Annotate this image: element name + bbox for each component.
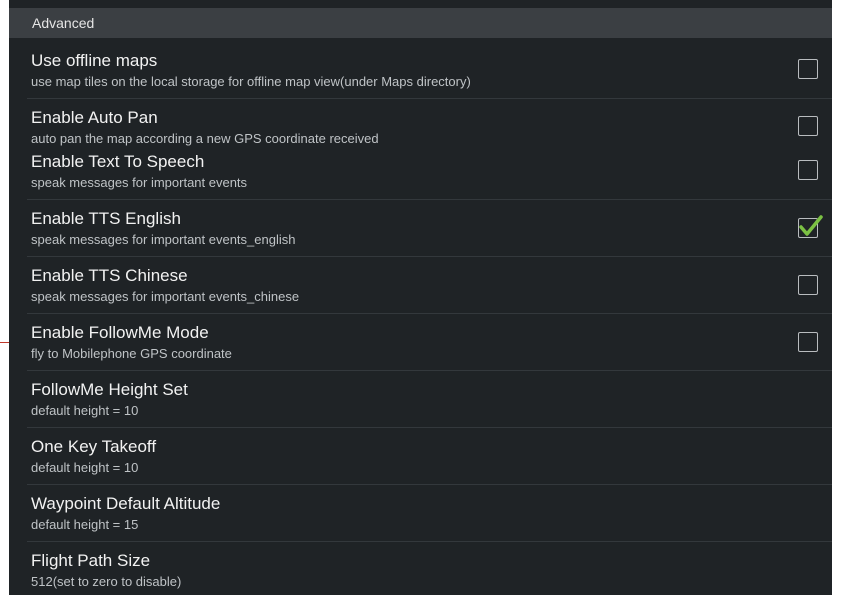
setting-title: Waypoint Default Altitude — [31, 494, 221, 513]
setting-enable-tts-chinese[interactable]: Enable TTS Chinese speak messages for im… — [9, 266, 832, 310]
setting-use-offline-maps[interactable]: Use offline maps use map tiles on the lo… — [9, 51, 832, 95]
enable-auto-pan-checkbox[interactable] — [798, 116, 818, 136]
enable-tts-chinese-checkbox[interactable] — [798, 275, 818, 295]
enable-tts-english-checkbox[interactable] — [798, 215, 823, 238]
divider — [27, 313, 832, 314]
setting-title: Enable Auto Pan — [31, 108, 158, 127]
setting-title: Flight Path Size — [31, 551, 151, 570]
left-edge-mark — [0, 342, 9, 343]
setting-summary: speak messages for important events — [31, 175, 248, 190]
setting-summary: 512(set to zero to disable) — [31, 574, 182, 589]
setting-enable-tts-english[interactable]: Enable TTS English speak messages for im… — [9, 209, 832, 253]
divider — [27, 427, 832, 428]
section-header-advanced: Advanced — [9, 8, 832, 38]
setting-title: Enable FollowMe Mode — [31, 323, 209, 342]
setting-summary: auto pan the map according a new GPS coo… — [31, 131, 379, 146]
use-offline-maps-checkbox[interactable] — [798, 59, 818, 79]
divider — [27, 98, 832, 99]
setting-waypoint-default-altitude[interactable]: Waypoint Default Altitude default height… — [9, 494, 832, 538]
setting-title: Use offline maps — [31, 51, 158, 70]
setting-summary: fly to Mobilephone GPS coordinate — [31, 346, 232, 361]
checkmark-icon — [799, 215, 823, 236]
setting-title: Enable TTS English — [31, 209, 181, 228]
setting-summary: speak messages for important events_engl… — [31, 232, 296, 247]
divider — [27, 370, 832, 371]
setting-summary: default height = 15 — [31, 517, 139, 532]
section-header-label: Advanced — [32, 15, 95, 31]
setting-title: Enable TTS Chinese — [31, 266, 188, 285]
setting-summary: default height = 10 — [31, 403, 139, 418]
setting-one-key-takeoff[interactable]: One Key Takeoff default height = 10 — [9, 437, 832, 481]
settings-screen: Advanced Use offline maps use map tiles … — [9, 0, 832, 595]
divider — [27, 484, 832, 485]
setting-enable-auto-pan[interactable]: Enable Auto Pan auto pan the map accordi… — [9, 108, 832, 148]
setting-title: One Key Takeoff — [31, 437, 157, 456]
setting-title: FollowMe Height Set — [31, 380, 188, 399]
setting-flight-path-size[interactable]: Flight Path Size 512(set to zero to disa… — [9, 551, 832, 595]
setting-summary: speak messages for important events_chin… — [31, 289, 300, 304]
divider — [27, 541, 832, 542]
setting-enable-text-to-speech[interactable]: Enable Text To Speech speak messages for… — [9, 152, 832, 194]
enable-followme-mode-checkbox[interactable] — [798, 332, 818, 352]
enable-text-to-speech-checkbox[interactable] — [798, 160, 818, 180]
setting-summary: use map tiles on the local storage for o… — [31, 74, 471, 89]
divider — [27, 256, 832, 257]
setting-enable-followme-mode[interactable]: Enable FollowMe Mode fly to Mobilephone … — [9, 323, 832, 367]
setting-summary: default height = 10 — [31, 460, 139, 475]
setting-title: Enable Text To Speech — [31, 152, 205, 171]
divider — [27, 199, 832, 200]
setting-followme-height-set[interactable]: FollowMe Height Set default height = 10 — [9, 380, 832, 424]
